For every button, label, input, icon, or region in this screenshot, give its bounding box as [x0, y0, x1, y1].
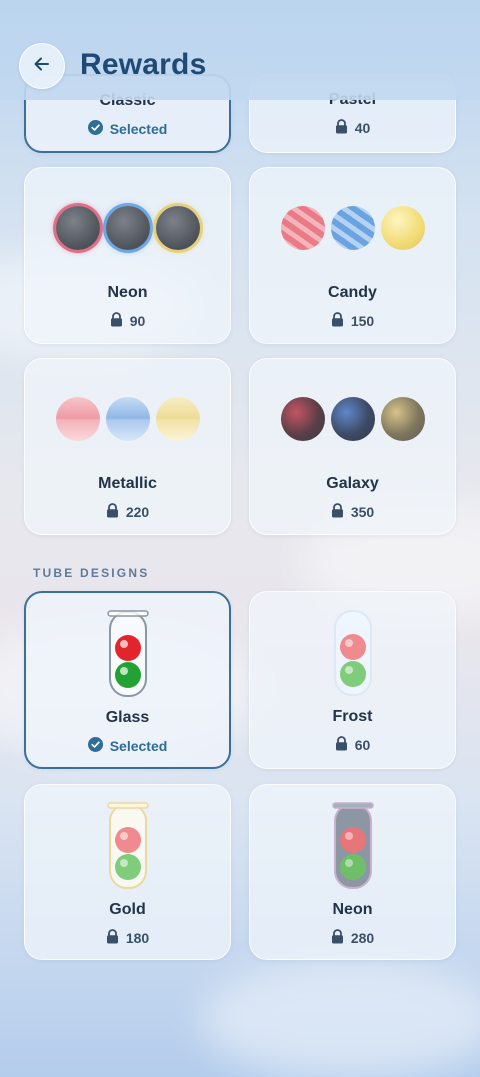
metallic-ball-red	[55, 397, 100, 441]
candy-ball-blue	[330, 206, 375, 250]
glass-tube-icon	[106, 610, 149, 697]
card-name: Neon	[107, 284, 148, 301]
card-name: Candy	[328, 284, 377, 301]
ball-design-card-galaxy[interactable]: Galaxy 350	[249, 358, 456, 535]
ball-preview	[250, 397, 455, 441]
ball-design-card-neon[interactable]: Neon 90	[24, 167, 231, 344]
lock-icon	[110, 312, 123, 330]
gold-tube-icon	[106, 802, 149, 889]
price: 280	[250, 929, 455, 947]
lock-icon	[335, 119, 348, 137]
page-title: Rewards	[80, 48, 207, 81]
galaxy-ball-blue	[330, 397, 375, 441]
selected-status: Selected	[26, 737, 229, 755]
ball-preview	[25, 397, 230, 441]
price: 220	[25, 503, 230, 521]
metallic-ball-yellow	[155, 397, 200, 441]
card-name: Neon	[332, 901, 373, 918]
card-name: Gold	[109, 901, 146, 918]
galaxy-ball-gold	[380, 397, 425, 441]
ball-preview	[25, 206, 230, 250]
check-circle-icon	[87, 120, 103, 138]
tube-design-card-gold[interactable]: Gold 180	[24, 784, 231, 960]
card-name: Frost	[332, 708, 373, 725]
neon-ball-yellow	[155, 206, 200, 250]
app-header: Rewards	[0, 0, 480, 100]
price: 40	[250, 119, 455, 137]
tube-preview	[250, 801, 455, 891]
arrow-left-icon	[32, 54, 52, 79]
lock-icon	[106, 929, 119, 947]
card-name: Glass	[105, 709, 150, 726]
card-name: Galaxy	[326, 475, 379, 492]
lock-icon	[335, 736, 348, 754]
ball-design-card-candy[interactable]: Candy 150	[249, 167, 456, 344]
galaxy-ball-red	[280, 397, 325, 441]
check-circle-icon	[87, 737, 103, 755]
tube-preview	[250, 608, 455, 698]
back-button[interactable]	[19, 43, 65, 89]
lock-icon	[331, 929, 344, 947]
price: 90	[25, 312, 230, 330]
neon-ball-blue	[105, 206, 150, 250]
ball-design-card-metallic[interactable]: Metallic 220	[24, 358, 231, 535]
lock-icon	[331, 312, 344, 330]
lock-icon	[331, 503, 344, 521]
tube-preview	[26, 609, 229, 699]
tube-preview	[25, 801, 230, 891]
price: 180	[25, 929, 230, 947]
selected-status: Selected	[26, 120, 229, 138]
ball-preview	[250, 206, 455, 250]
candy-ball-red	[280, 206, 325, 250]
lock-icon	[106, 503, 119, 521]
neon-ball-red	[55, 206, 100, 250]
tube-design-card-glass[interactable]: Glass Selected	[24, 591, 231, 769]
candy-ball-yellow	[380, 206, 425, 250]
tube-design-card-neon[interactable]: Neon 280	[249, 784, 456, 960]
price: 60	[250, 736, 455, 754]
price: 350	[250, 503, 455, 521]
price: 150	[250, 312, 455, 330]
metallic-ball-blue	[105, 397, 150, 441]
frost-tube-icon	[333, 610, 372, 696]
card-name: Metallic	[98, 475, 157, 492]
section-label-tube-designs: TUBE DESIGNS	[33, 566, 150, 580]
tube-design-card-frost[interactable]: Frost 60	[249, 591, 456, 769]
neon-tube-icon	[331, 802, 374, 889]
